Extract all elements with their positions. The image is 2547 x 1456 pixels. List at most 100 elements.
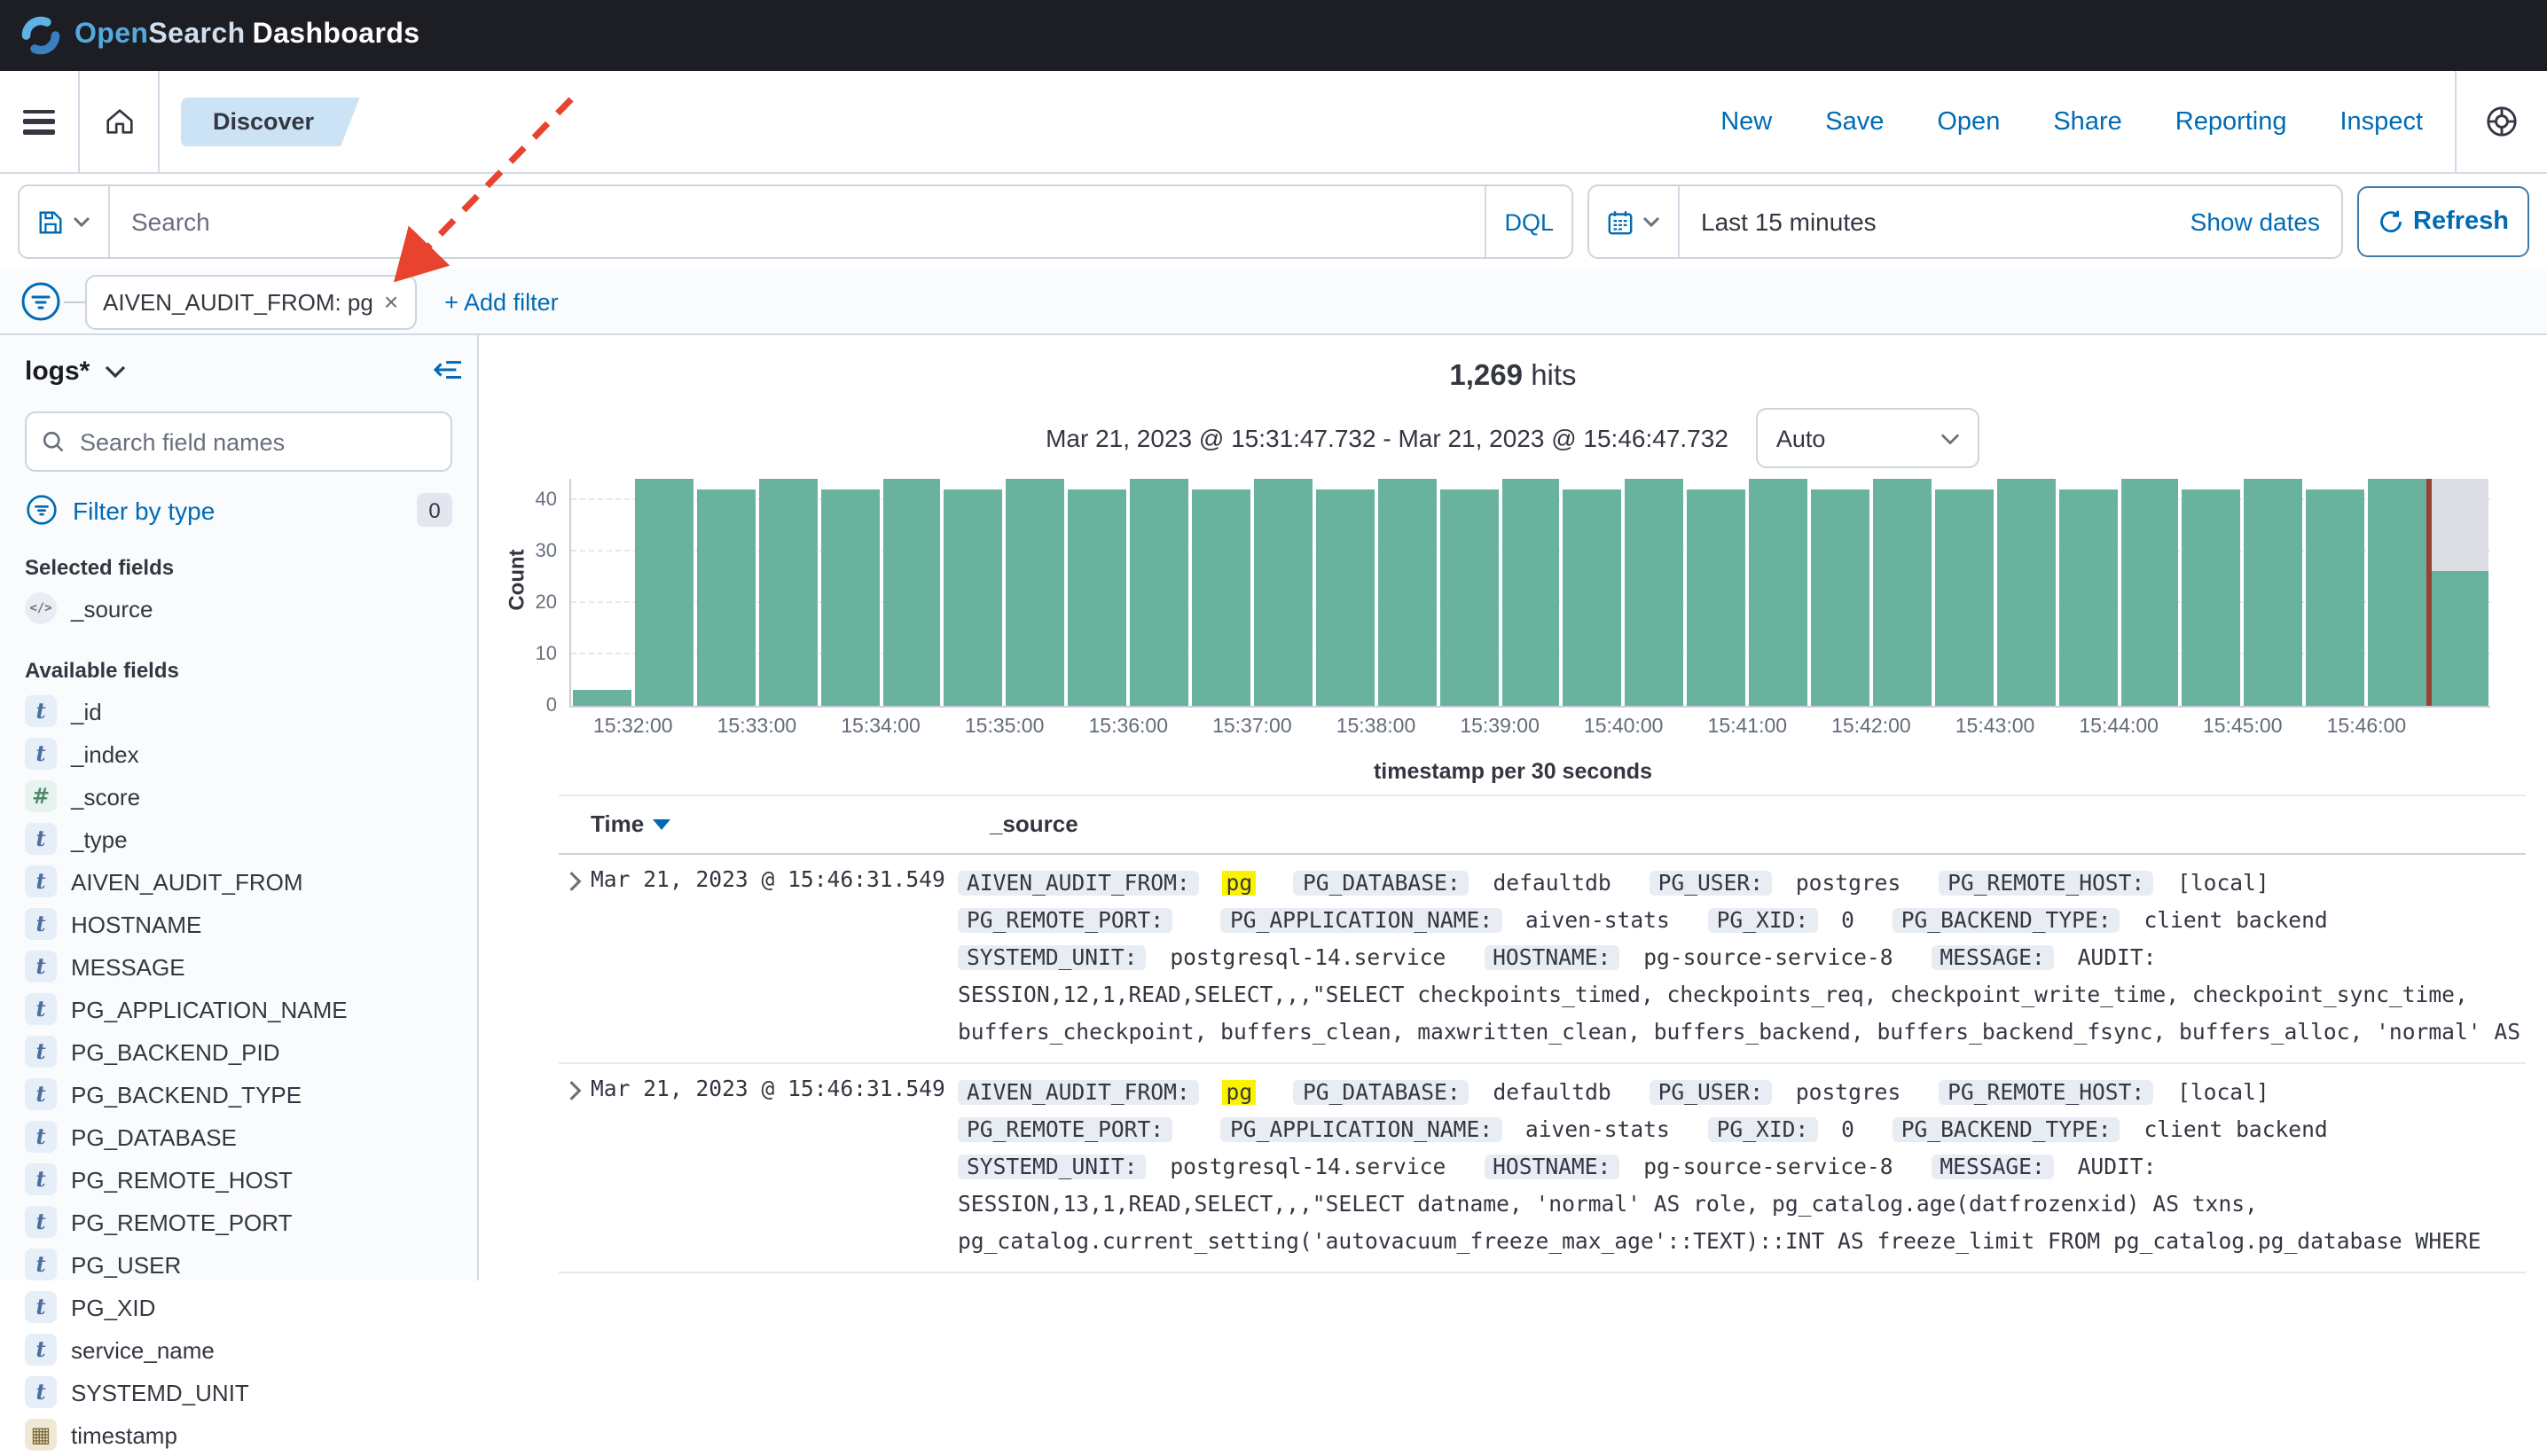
histogram-bar[interactable] bbox=[1130, 479, 1188, 706]
field-item-PG_APPLICATION_NAME[interactable]: tPG_APPLICATION_NAME bbox=[0, 988, 477, 1030]
expand-row-button[interactable] bbox=[559, 1075, 591, 1261]
histogram-bar[interactable] bbox=[1688, 489, 1746, 706]
histogram-bar[interactable] bbox=[1935, 489, 1994, 706]
histogram-bar[interactable] bbox=[944, 489, 1003, 706]
field-value: aiven-stats bbox=[1525, 1117, 1670, 1142]
field-search-input[interactable] bbox=[76, 427, 436, 457]
histogram-bar[interactable] bbox=[2245, 479, 2303, 706]
string-field-icon: t bbox=[25, 951, 57, 982]
filter-icon[interactable] bbox=[18, 278, 64, 325]
histogram-bar[interactable] bbox=[1316, 489, 1375, 706]
histogram-bar[interactable] bbox=[2058, 489, 2117, 706]
histogram-bar[interactable] bbox=[573, 691, 631, 706]
refresh-button[interactable]: Refresh bbox=[2357, 186, 2529, 257]
column-header-time[interactable]: Time bbox=[559, 810, 990, 837]
histogram-bar[interactable] bbox=[697, 489, 756, 706]
field-item-PG_XID[interactable]: tPG_XID bbox=[0, 1286, 477, 1328]
field-item-AIVEN_AUDIT_FROM[interactable]: tAIVEN_AUDIT_FROM bbox=[0, 860, 477, 903]
field-item-HOSTNAME[interactable]: tHOSTNAME bbox=[0, 903, 477, 945]
field-item-PG_USER[interactable]: tPG_USER bbox=[0, 1243, 477, 1286]
field-item-_index[interactable]: t_index bbox=[0, 732, 477, 775]
histogram-bar[interactable] bbox=[2368, 479, 2426, 706]
field-name-badge: PG_REMOTE_PORT: bbox=[958, 1117, 1172, 1142]
index-pattern-selector[interactable]: logs* bbox=[0, 356, 477, 387]
field-item-_source[interactable]: </>_source bbox=[0, 587, 477, 630]
field-item-PG_REMOTE_HOST[interactable]: tPG_REMOTE_HOST bbox=[0, 1158, 477, 1201]
histogram-bar[interactable] bbox=[1749, 479, 1807, 706]
string-field-icon: t bbox=[25, 1036, 57, 1068]
expand-row-button[interactable] bbox=[559, 865, 591, 1052]
histogram-bar[interactable] bbox=[820, 489, 879, 706]
hamburger-icon bbox=[23, 109, 55, 134]
field-search-box bbox=[25, 411, 452, 472]
histogram-bar[interactable] bbox=[1192, 489, 1250, 706]
filter-by-type-button[interactable]: Filter by type 0 bbox=[25, 493, 452, 527]
histogram-bar[interactable] bbox=[882, 479, 941, 706]
nav-link-open[interactable]: Open bbox=[1937, 107, 2000, 136]
field-item-PG_REMOTE_PORT[interactable]: tPG_REMOTE_PORT bbox=[0, 1201, 477, 1243]
histogram-bar[interactable] bbox=[1007, 479, 1065, 706]
histogram-bar[interactable] bbox=[2120, 479, 2179, 706]
nav-link-new[interactable]: New bbox=[1720, 107, 1772, 136]
string-field-icon: t bbox=[25, 1163, 57, 1195]
query-language-button[interactable]: DQL bbox=[1485, 186, 1571, 257]
menu-button[interactable] bbox=[0, 71, 78, 172]
histogram-bar[interactable] bbox=[1873, 479, 1932, 706]
histogram-bar[interactable] bbox=[635, 479, 694, 706]
histogram-bar[interactable] bbox=[1254, 479, 1313, 706]
time-range-value[interactable]: Last 15 minutes bbox=[1680, 207, 1877, 236]
nav-link-save[interactable]: Save bbox=[1825, 107, 1884, 136]
field-item-timestamp[interactable]: ▦timestamp bbox=[0, 1413, 477, 1456]
y-tick-label: 0 bbox=[546, 695, 557, 716]
histogram-bar[interactable] bbox=[2307, 489, 2365, 706]
expand-row-icon bbox=[567, 871, 583, 892]
histogram-bar[interactable] bbox=[1811, 489, 1869, 706]
field-item-PG_BACKEND_TYPE[interactable]: tPG_BACKEND_TYPE bbox=[0, 1073, 477, 1115]
field-label: PG_BACKEND_TYPE bbox=[71, 1081, 302, 1108]
field-name-badge: PG_REMOTE_HOST: bbox=[1939, 1080, 2153, 1105]
histogram-bar[interactable] bbox=[1563, 489, 1622, 706]
field-value: client backend bbox=[2143, 1117, 2327, 1142]
collapse-sidebar-button[interactable] bbox=[433, 356, 463, 392]
remove-filter-icon[interactable]: × bbox=[384, 287, 398, 316]
add-filter-button[interactable]: + Add filter bbox=[444, 288, 558, 315]
opensearch-logo[interactable]: OpenSearchDashboards bbox=[21, 16, 420, 55]
row-source: AIVEN_AUDIT_FROM: pg PG_DATABASE: defaul… bbox=[958, 865, 2526, 1052]
histogram-bar[interactable] bbox=[1068, 489, 1126, 706]
search-input[interactable] bbox=[110, 186, 1485, 257]
field-item-PG_BACKEND_PID[interactable]: tPG_BACKEND_PID bbox=[0, 1030, 477, 1073]
nav-link-inspect[interactable]: Inspect bbox=[2340, 107, 2424, 136]
field-label: PG_XID bbox=[71, 1294, 155, 1320]
filter-pill[interactable]: AIVEN_AUDIT_FROM: pg × bbox=[85, 274, 416, 329]
show-dates-button[interactable]: Show dates bbox=[2190, 207, 2341, 236]
x-tick-label: 15:46:00 bbox=[2327, 716, 2407, 738]
date-quick-select-button[interactable] bbox=[1589, 186, 1680, 257]
field-label: _source bbox=[71, 595, 153, 622]
field-item-_id[interactable]: t_id bbox=[0, 690, 477, 732]
table-row: Mar 21, 2023 @ 15:46:31.548AIVEN_AUDIT_F… bbox=[559, 1273, 2526, 1280]
field-item-service_name[interactable]: tservice_name bbox=[0, 1328, 477, 1371]
histogram-bar[interactable] bbox=[1626, 479, 1684, 706]
histogram-bar[interactable] bbox=[2183, 489, 2241, 706]
nav-link-share[interactable]: Share bbox=[2053, 107, 2121, 136]
saved-query-button[interactable] bbox=[20, 186, 110, 257]
histogram-plot[interactable]: 01020304015:32:0015:33:0015:34:0015:35:0… bbox=[569, 479, 2490, 708]
histogram-bar[interactable] bbox=[1501, 479, 1560, 706]
field-item-PG_DATABASE[interactable]: tPG_DATABASE bbox=[0, 1115, 477, 1158]
field-item-_score[interactable]: #_score bbox=[0, 775, 477, 818]
help-button[interactable] bbox=[2455, 71, 2547, 172]
field-item-_type[interactable]: t_type bbox=[0, 818, 477, 860]
histogram-bar[interactable] bbox=[1377, 479, 1436, 706]
histogram-chart: Count 01020304015:32:0015:33:0015:34:001… bbox=[479, 479, 2547, 745]
home-button[interactable] bbox=[80, 71, 158, 172]
histogram-bar[interactable] bbox=[758, 479, 817, 706]
nav-link-reporting[interactable]: Reporting bbox=[2175, 107, 2287, 136]
field-item-SYSTEMD_UNIT[interactable]: tSYSTEMD_UNIT bbox=[0, 1371, 477, 1413]
histogram-bar[interactable] bbox=[1997, 479, 2056, 706]
histogram-bar[interactable] bbox=[1439, 489, 1498, 706]
interval-select[interactable]: Auto bbox=[1757, 408, 1980, 468]
histogram-bar[interactable] bbox=[2430, 572, 2488, 706]
field-item-MESSAGE[interactable]: tMESSAGE bbox=[0, 945, 477, 988]
breadcrumb[interactable]: Discover bbox=[181, 97, 360, 146]
row-timestamp: Mar 21, 2023 @ 15:46:31.549 bbox=[591, 1075, 958, 1261]
